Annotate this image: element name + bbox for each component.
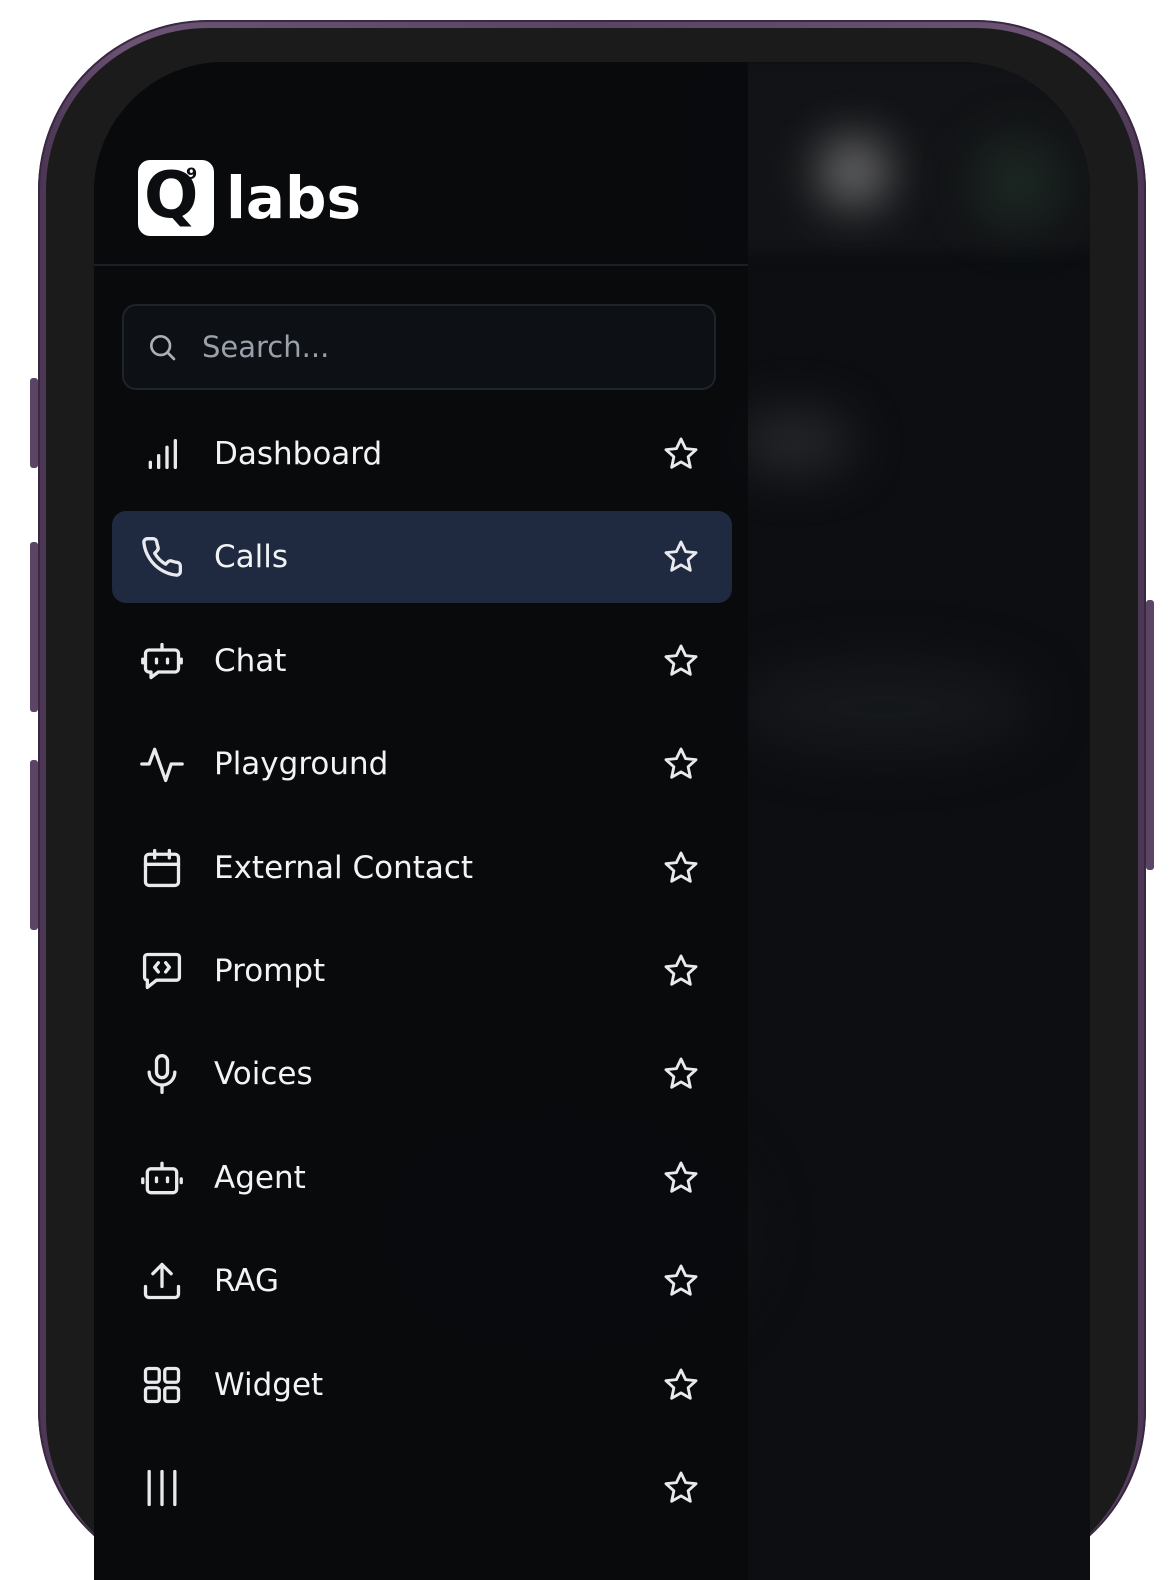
sidebar-item-label: Chat: [214, 642, 287, 679]
side-button-left-2: [30, 542, 38, 712]
calendar-icon: [138, 844, 186, 892]
sidebar-item-label: Voices: [214, 1056, 313, 1093]
bar-chart-icon: [138, 430, 186, 478]
phone-screen: Q 9 labs Search... Dashboard Calls Chat …: [94, 62, 1090, 1580]
sidebar-item-voices[interactable]: Voices: [112, 1028, 732, 1120]
star-icon[interactable]: [660, 433, 702, 475]
sidebar-item-label: Agent: [214, 1159, 306, 1196]
star-icon[interactable]: [660, 640, 702, 682]
search-box: [122, 304, 716, 390]
sidebar-item-label: Prompt: [214, 952, 326, 989]
sidebar-item-partial[interactable]: [112, 1442, 732, 1534]
upload-icon: [138, 1257, 186, 1305]
sidebar: Q 9 labs Search... Dashboard Calls Chat …: [94, 62, 748, 1580]
star-icon[interactable]: [660, 950, 702, 992]
sidebar-item-prompt[interactable]: Prompt: [112, 925, 732, 1017]
side-button-left-1: [30, 378, 38, 468]
settings-icon: [138, 1464, 186, 1512]
star-icon[interactable]: [660, 1467, 702, 1509]
grid-icon: [138, 1361, 186, 1409]
star-icon[interactable]: [660, 1053, 702, 1095]
phone-frame: Q 9 labs Search... Dashboard Calls Chat …: [30, 20, 1154, 1580]
activity-icon: [138, 740, 186, 788]
side-button-right: [1146, 600, 1154, 870]
microphone-icon: [138, 1050, 186, 1098]
side-button-left-3: [30, 760, 38, 930]
logo-mark: Q 9: [138, 159, 214, 236]
sidebar-header: Q 9 labs: [94, 62, 748, 266]
sidebar-item-agent[interactable]: Agent: [112, 1132, 732, 1224]
sidebar-item-widget[interactable]: Widget: [112, 1339, 732, 1431]
sidebar-item-label: Calls: [214, 539, 289, 576]
blurred-avatar-secondary: [974, 137, 1064, 227]
sidebar-item-label: External Contact: [214, 849, 474, 886]
logo-word: labs: [226, 164, 362, 232]
bot-icon: [138, 1154, 186, 1202]
nav-list: Dashboard Calls Chat Playground External…: [112, 408, 732, 1545]
sidebar-item-label: Widget: [214, 1366, 324, 1403]
sidebar-item-chat[interactable]: Chat: [112, 615, 732, 707]
phone-icon: [138, 533, 186, 581]
blurred-avatar: [824, 142, 884, 202]
brand-logo[interactable]: Q 9 labs: [138, 159, 362, 236]
star-icon[interactable]: [660, 1364, 702, 1406]
blurred-card-wide: [734, 662, 1034, 752]
star-icon[interactable]: [660, 1260, 702, 1302]
sidebar-item-playground[interactable]: Playground: [112, 718, 732, 810]
blurred-card: [734, 412, 854, 472]
sidebar-item-dashboard[interactable]: Dashboard: [112, 408, 732, 500]
code-message-icon: [138, 947, 186, 995]
logo-superscript: 9: [186, 164, 198, 183]
search-input[interactable]: [200, 329, 714, 365]
sidebar-item-label: Dashboard: [214, 436, 383, 472]
phone-bezel: Q 9 labs Search... Dashboard Calls Chat …: [46, 28, 1138, 1580]
star-icon[interactable]: [660, 1157, 702, 1199]
chat-bot-icon: [138, 637, 186, 685]
sidebar-item-rag[interactable]: RAG: [112, 1235, 732, 1327]
star-icon[interactable]: [660, 743, 702, 785]
star-icon[interactable]: [660, 847, 702, 889]
sidebar-item-label: RAG: [214, 1263, 279, 1300]
sidebar-item-external-contact[interactable]: External Contact: [112, 822, 732, 914]
star-icon[interactable]: [660, 536, 702, 578]
sidebar-item-calls[interactable]: Calls: [112, 511, 732, 604]
sidebar-item-label: Playground: [214, 746, 389, 783]
search-icon: [144, 329, 180, 365]
